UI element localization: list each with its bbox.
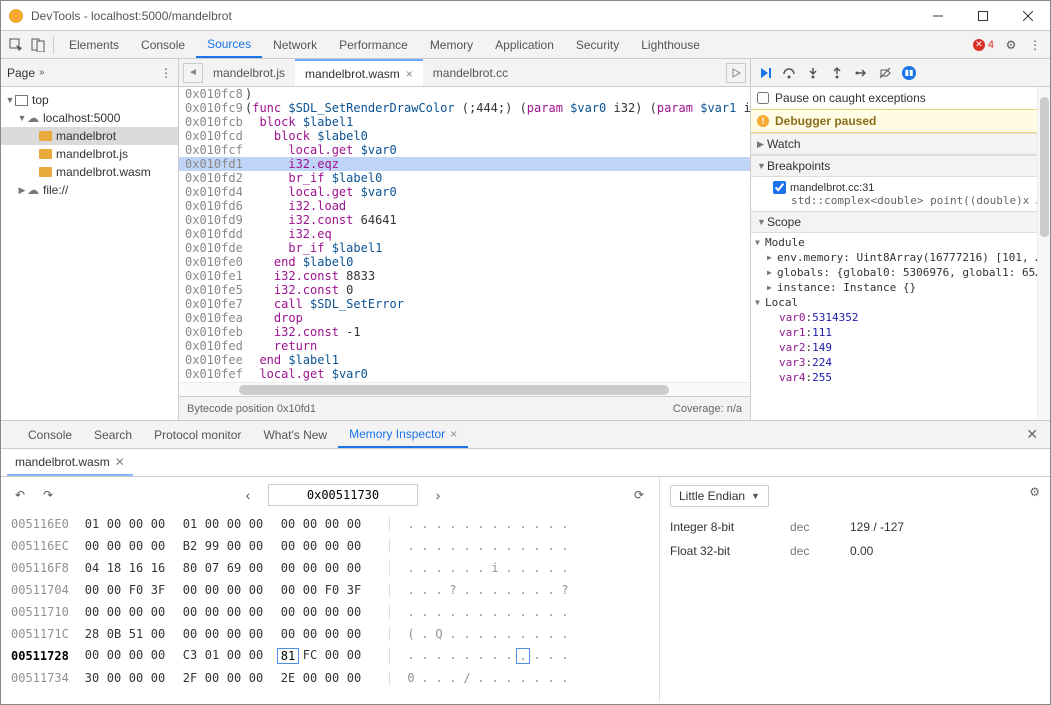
window-maximize-button[interactable] xyxy=(960,1,1005,30)
file-tab-mandelbrot.wasm[interactable]: mandelbrot.wasm× xyxy=(295,59,423,86)
scope-instance[interactable]: ▶instance: Instance {} xyxy=(755,280,1046,295)
file-nav-run-icon[interactable] xyxy=(726,63,746,83)
file-tab-mandelbrot.cc[interactable]: mandelbrot.cc xyxy=(423,59,518,86)
scope-local[interactable]: ▼Local xyxy=(755,295,1046,310)
drawer-tab-search[interactable]: Search xyxy=(83,421,143,448)
scope-globals[interactable]: ▶globals: {global0: 5306976, global1: 65… xyxy=(755,265,1046,280)
memory-prev-button[interactable]: ‹ xyxy=(238,485,258,505)
tree-top-frame[interactable]: ▼top xyxy=(1,91,178,109)
panel-tab-lighthouse[interactable]: Lighthouse xyxy=(630,31,711,58)
tree-file-mandelbrot[interactable]: mandelbrot xyxy=(1,127,178,145)
step-button[interactable] xyxy=(851,63,871,83)
editor-horizontal-scrollbar[interactable] xyxy=(179,382,750,396)
endianness-select[interactable]: Little Endian▼ xyxy=(670,485,769,507)
window-title: DevTools - localhost:5000/mandelbrot xyxy=(31,9,915,23)
panel-tab-elements[interactable]: Elements xyxy=(58,31,130,58)
window-titlebar: DevTools - localhost:5000/mandelbrot xyxy=(1,1,1050,31)
scope-var-var3[interactable]: var3: 224 xyxy=(755,355,1046,370)
scope-var-var4[interactable]: var4: 255 xyxy=(755,370,1046,385)
drawer-tab-what's-new[interactable]: What's New xyxy=(252,421,338,448)
tree-file-mandelbrot.js[interactable]: mandelbrot.js xyxy=(1,145,178,163)
hex-dump[interactable]: 005116E0010000000100000000000000........… xyxy=(1,513,659,689)
tree-host[interactable]: ▼☁localhost:5000 xyxy=(1,109,178,127)
window-close-button[interactable] xyxy=(1005,1,1050,30)
drawer-tab-protocol-monitor[interactable]: Protocol monitor xyxy=(143,421,252,448)
memory-value-float-32-bit: Float 32-bitdec0.00 xyxy=(670,539,1040,563)
settings-gear-icon[interactable]: ⚙ xyxy=(1000,34,1022,56)
drawer-tab-memory-inspector[interactable]: Memory Inspector× xyxy=(338,421,468,448)
file-tree: ▼top ▼☁localhost:5000 mandelbrotmandelbr… xyxy=(1,87,178,203)
navigator-panel: Page » ⋮ ▼top ▼☁localhost:5000 mandelbro… xyxy=(1,59,179,420)
warning-icon: ! xyxy=(757,115,769,127)
memory-hex-panel: ↶ ↷ ‹ › ⟳ 005116E00100000001000000000000… xyxy=(1,477,660,701)
app-icon xyxy=(9,9,23,23)
file-tab-mandelbrot.js[interactable]: mandelbrot.js xyxy=(203,59,295,86)
navigator-more-icon[interactable]: » xyxy=(39,67,45,78)
close-icon[interactable]: × xyxy=(406,67,413,81)
devtools-toolbar: ElementsConsoleSourcesNetworkPerformance… xyxy=(1,31,1050,59)
step-out-button[interactable] xyxy=(827,63,847,83)
bytecode-position-label: Bytecode position 0x10fd1 xyxy=(187,403,316,415)
memory-values-panel: Little Endian▼ ⚙ Integer 8-bitdec129 / -… xyxy=(660,477,1050,701)
editor-panel: ◄ mandelbrot.jsmandelbrot.wasm×mandelbro… xyxy=(179,59,750,420)
scope-var-var1[interactable]: var1: 111 xyxy=(755,325,1046,340)
panel-tab-performance[interactable]: Performance xyxy=(328,31,419,58)
memory-tab-active[interactable]: mandelbrot.wasm✕ xyxy=(7,449,133,476)
scope-module[interactable]: ▼Module xyxy=(755,235,1046,250)
code-editor[interactable]: 0x010fc8)0x010fc9(func $SDL_SetRenderDra… xyxy=(179,87,750,382)
drawer-tab-console[interactable]: Console xyxy=(17,421,83,448)
panel-tab-memory[interactable]: Memory xyxy=(419,31,484,58)
memory-refresh-button[interactable]: ⟳ xyxy=(629,485,649,505)
resume-button[interactable] xyxy=(755,63,775,83)
inspect-icon[interactable] xyxy=(5,34,27,56)
pause-on-exceptions-button[interactable]: ▮▮ xyxy=(899,63,919,83)
deactivate-breakpoints-button[interactable] xyxy=(875,63,895,83)
step-into-button[interactable] xyxy=(803,63,823,83)
device-icon[interactable] xyxy=(27,34,49,56)
memory-inspector-file-tabs: mandelbrot.wasm✕ xyxy=(1,449,1050,477)
tree-file-mandelbrot.wasm[interactable]: mandelbrot.wasm xyxy=(1,163,178,181)
scope-section-header[interactable]: ▼Scope xyxy=(751,211,1050,233)
window-minimize-button[interactable] xyxy=(915,1,960,30)
debugger-panel: ▮▮ Pause on caught exceptions ! Debugger… xyxy=(750,59,1050,420)
panel-tab-console[interactable]: Console xyxy=(130,31,196,58)
panel-tabs: ElementsConsoleSourcesNetworkPerformance… xyxy=(58,31,711,58)
scope-var-var2[interactable]: var2: 149 xyxy=(755,340,1046,355)
close-icon[interactable]: ✕ xyxy=(115,455,125,469)
memory-settings-gear-icon[interactable]: ⚙ xyxy=(1029,485,1040,499)
panel-tab-application[interactable]: Application xyxy=(484,31,565,58)
drawer-tabs: ConsoleSearchProtocol monitorWhat's NewM… xyxy=(1,421,1050,449)
drawer-close-button[interactable]: ✕ xyxy=(1018,426,1046,443)
chevron-down-icon: ▼ xyxy=(751,491,760,501)
navigator-tab-page[interactable]: Page xyxy=(7,66,35,80)
scope-var-var0[interactable]: var0: 5314352 xyxy=(755,310,1046,325)
debugger-vertical-scrollbar[interactable] xyxy=(1037,87,1050,420)
navigator-menu-icon[interactable]: ⋮ xyxy=(160,66,172,80)
memory-redo-button[interactable]: ↷ xyxy=(39,486,57,504)
coverage-label: Coverage: n/a xyxy=(673,403,742,415)
memory-undo-button[interactable]: ↶ xyxy=(11,486,29,504)
panel-tab-sources[interactable]: Sources xyxy=(196,31,262,58)
memory-address-input[interactable] xyxy=(268,484,418,506)
step-over-button[interactable] xyxy=(779,63,799,83)
scope-env-memory[interactable]: ▶env.memory: Uint8Array(16777216) [101, … xyxy=(755,250,1046,265)
tree-file-scheme[interactable]: ▶☁file:// xyxy=(1,181,178,199)
memory-value-integer-8-bit: Integer 8-bitdec129 / -127 xyxy=(670,515,1040,539)
memory-next-button[interactable]: › xyxy=(428,485,448,505)
breakpoints-section-header[interactable]: ▼Breakpoints xyxy=(751,155,1050,177)
breakpoint-item[interactable]: mandelbrot.cc:31 std::complex<double> po… xyxy=(751,177,1050,211)
watch-section-header[interactable]: ▶Watch xyxy=(751,133,1050,155)
file-nav-back-icon[interactable]: ◄ xyxy=(183,63,203,83)
error-count-badge[interactable]: ✕4 xyxy=(969,39,998,51)
close-icon[interactable]: × xyxy=(450,427,457,441)
panel-tab-security[interactable]: Security xyxy=(565,31,630,58)
panel-tab-network[interactable]: Network xyxy=(262,31,328,58)
more-menu-icon[interactable]: ⋮ xyxy=(1024,34,1046,56)
pause-caught-exceptions-checkbox[interactable]: Pause on caught exceptions xyxy=(751,87,1050,109)
debugger-paused-banner: ! Debugger paused xyxy=(751,109,1050,133)
